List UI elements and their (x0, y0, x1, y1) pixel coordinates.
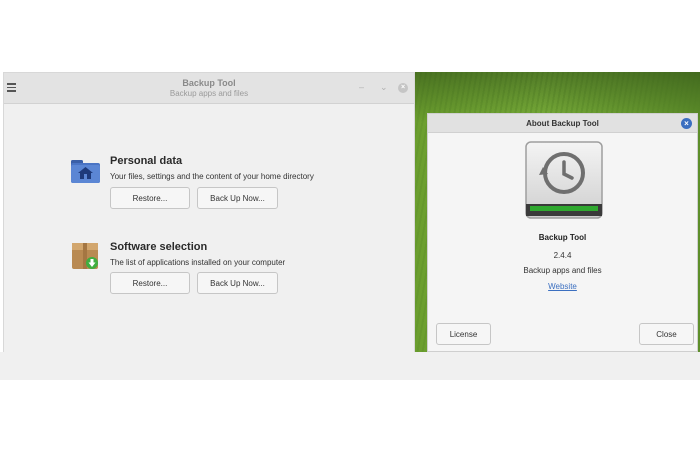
desktop: Backup Tool Backup apps and files – ⌄ × … (0, 0, 700, 450)
window-subtitle: Backup apps and files (169, 89, 249, 98)
package-icon (72, 243, 98, 269)
about-title: About Backup Tool (526, 119, 599, 128)
license-button[interactable]: License (436, 323, 491, 345)
personal-backup-button[interactable]: Back Up Now... (197, 187, 278, 209)
titlebar: Backup Tool Backup apps and files – ⌄ × (4, 73, 414, 104)
backup-tool-window: Backup Tool Backup apps and files – ⌄ × … (3, 72, 415, 380)
minimize-icon[interactable]: – (359, 82, 364, 92)
personal-restore-button[interactable]: Restore... (110, 187, 190, 209)
backup-clock-icon (525, 141, 603, 219)
bottom-strip (0, 352, 700, 380)
personal-data-title: Personal data (110, 155, 183, 167)
about-comments: Backup apps and files (523, 266, 602, 275)
software-selection-title: Software selection (110, 241, 208, 253)
about-close-icon[interactable]: × (681, 118, 692, 129)
software-restore-button[interactable]: Restore... (110, 272, 190, 294)
personal-data-description: Your files, settings and the content of … (110, 172, 314, 181)
software-backup-button[interactable]: Back Up Now... (197, 272, 278, 294)
maximize-icon[interactable]: ⌄ (380, 82, 388, 92)
home-folder-icon (71, 160, 100, 183)
about-app-name: Backup Tool (538, 233, 587, 242)
close-icon[interactable]: × (398, 83, 408, 93)
about-titlebar: About Backup Tool × (428, 114, 697, 133)
about-dialog: About Backup Tool × Backup Tool 2.4.4 Ba… (427, 113, 698, 352)
close-button[interactable]: Close (639, 323, 694, 345)
website-link[interactable]: Website (428, 282, 697, 291)
window-title: Backup Tool (182, 78, 236, 88)
software-selection-description: The list of applications installed on yo… (110, 258, 286, 267)
about-version: 2.4.4 (553, 251, 572, 260)
